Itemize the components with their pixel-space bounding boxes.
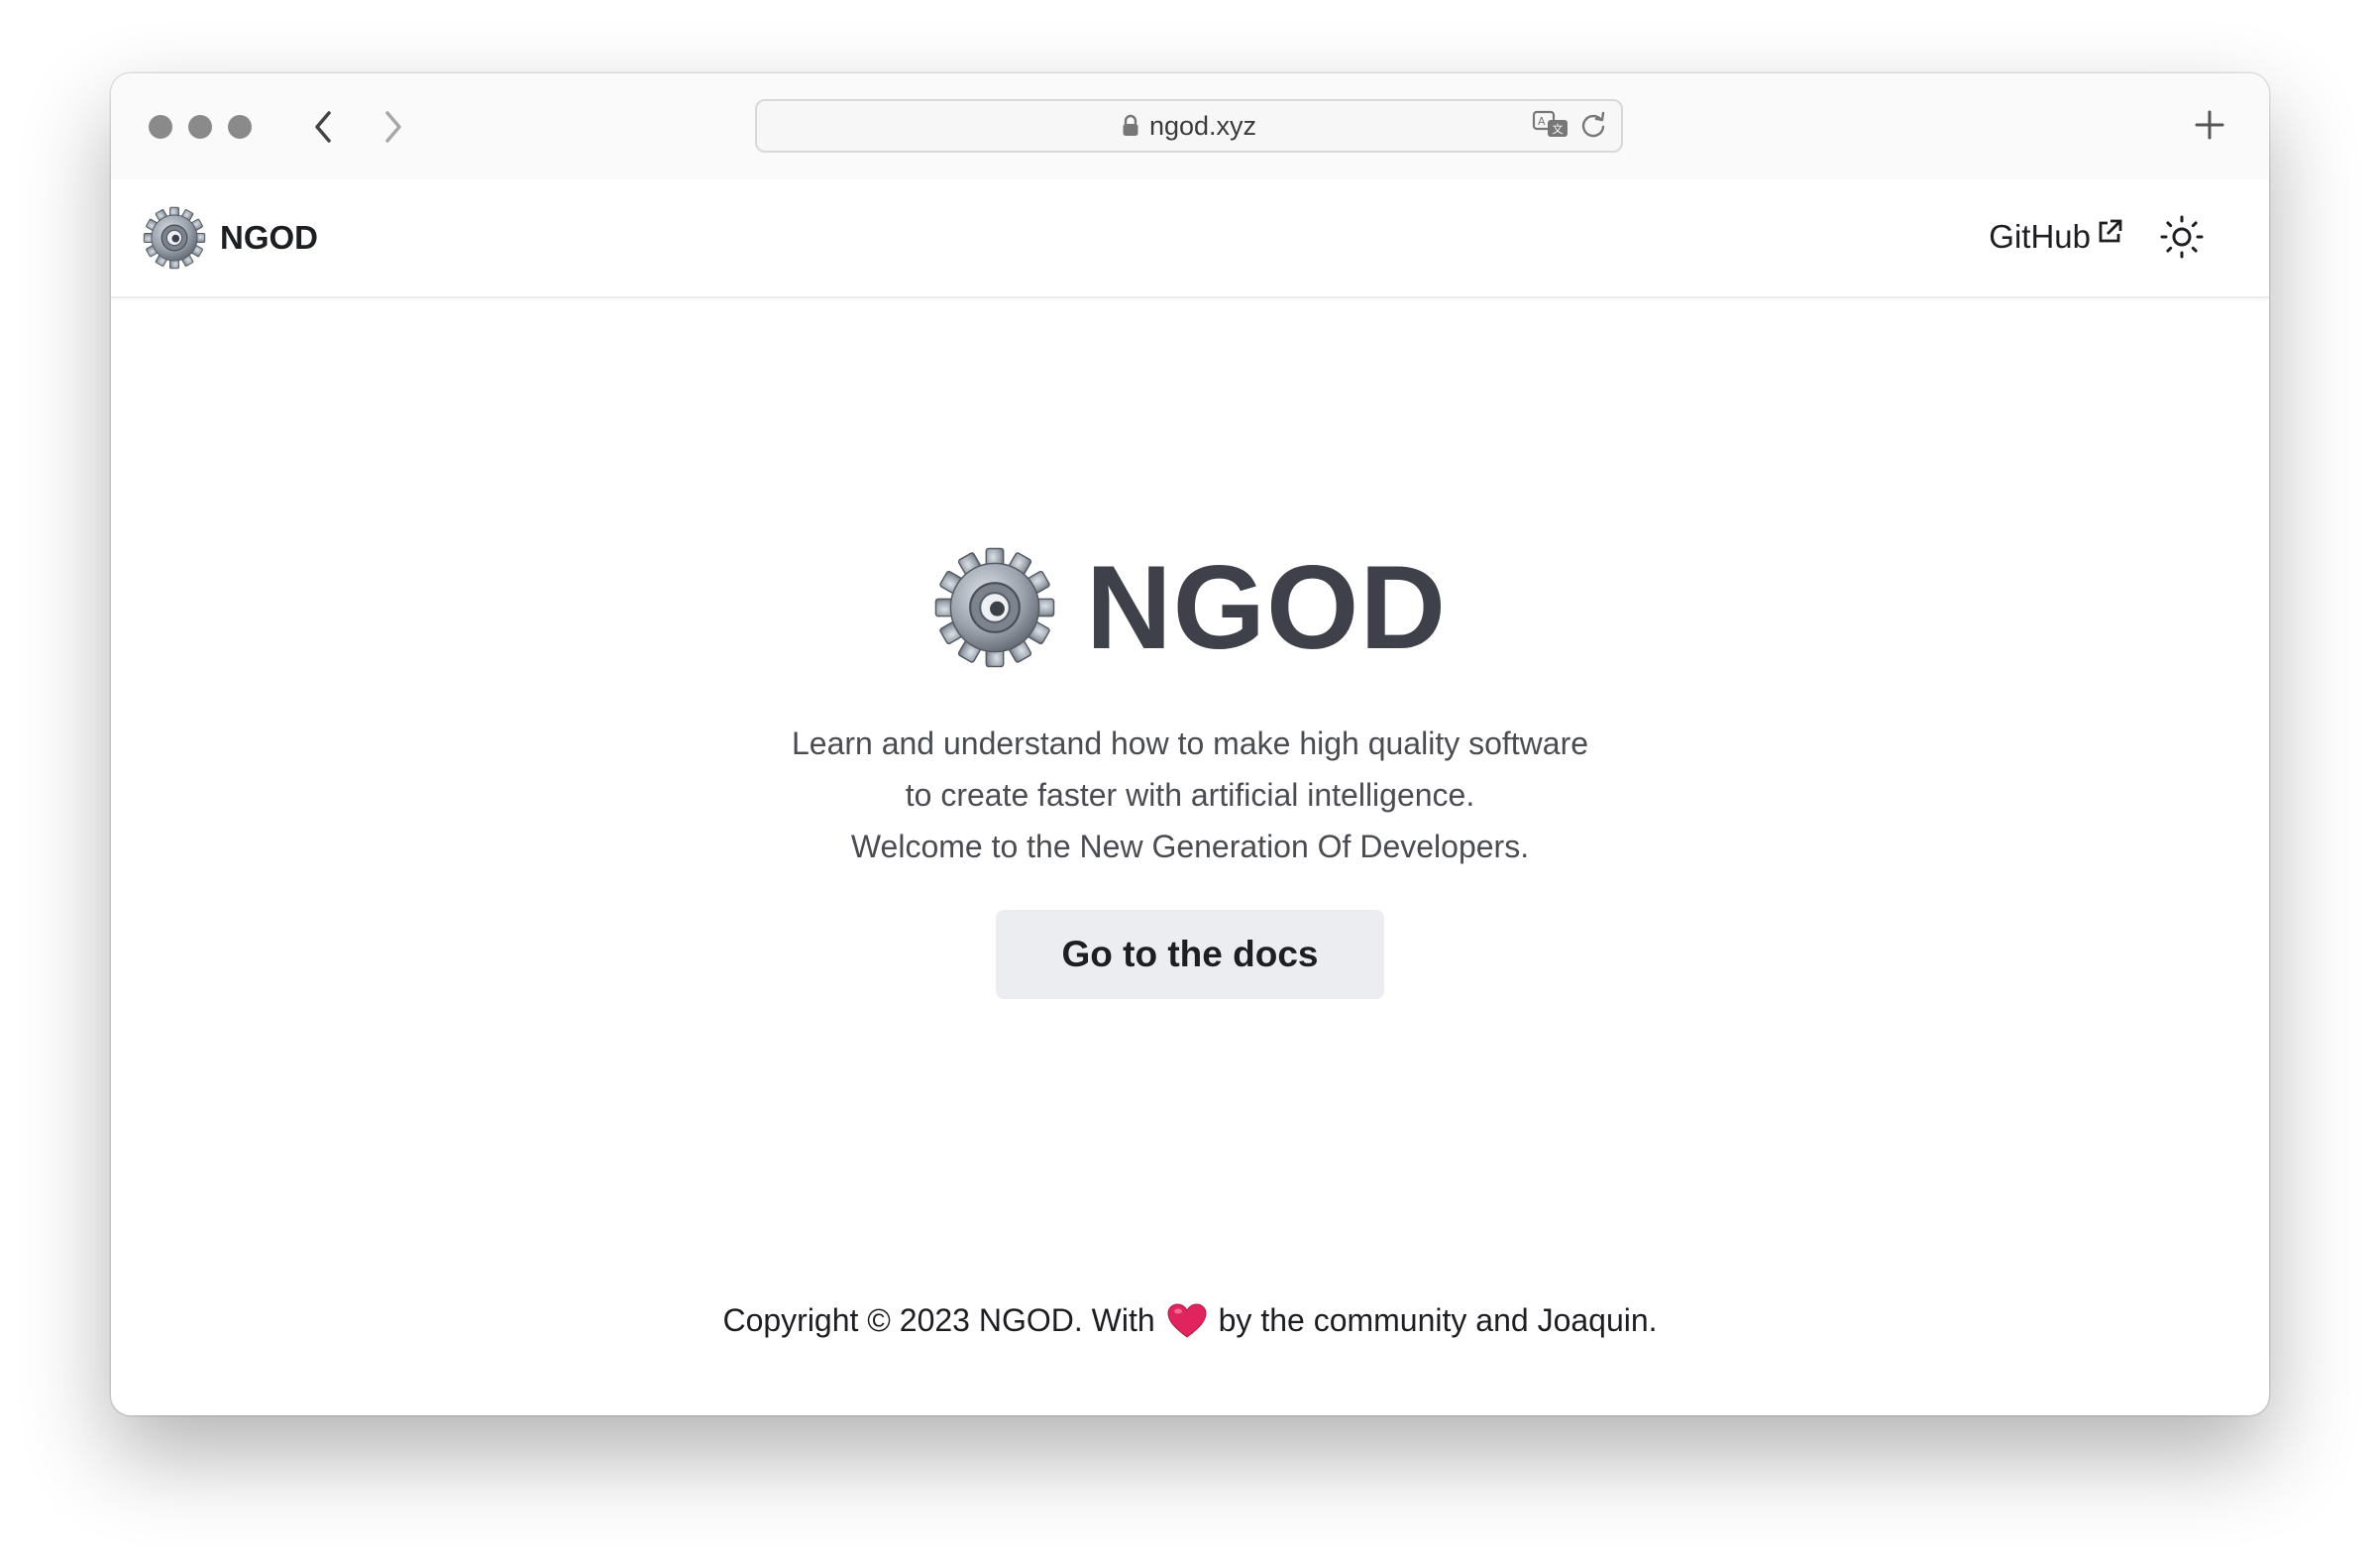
sun-icon [2160, 215, 2204, 259]
lock-icon [1123, 114, 1138, 136]
translate-icon[interactable]: A 文 [1532, 110, 1569, 140]
svg-text:A: A [1538, 115, 1546, 128]
brand-link[interactable]: NGOD [143, 206, 318, 270]
reload-icon[interactable] [1579, 110, 1607, 140]
navbar-right: GitHub [1989, 211, 2208, 263]
address-icons: A 文 [1532, 110, 1607, 140]
site-navbar: NGOD GitHub [111, 179, 2269, 298]
theme-toggle-button[interactable] [2156, 211, 2208, 263]
hero-title: NGOD [1086, 541, 1447, 674]
forward-button[interactable] [374, 107, 413, 147]
address-bar[interactable]: ngod.xyz A 文 [755, 99, 1623, 153]
hero-subtitle-line: Welcome to the New Generation Of Develop… [850, 829, 1530, 864]
footer-copyright: Copyright © 2023 NGOD. With by the commu… [111, 1302, 2269, 1339]
address-content: ngod.xyz [757, 101, 1621, 151]
close-dot-icon[interactable] [149, 115, 172, 139]
url-text: ngod.xyz [1148, 110, 1257, 141]
external-link-icon [2099, 219, 2122, 243]
gear-hero-icon [934, 547, 1055, 668]
forward-chevron-icon [385, 111, 401, 143]
github-link[interactable]: GitHub [1989, 218, 2122, 256]
hero-subtitle-line: Learn and understand how to make high qu… [791, 725, 1589, 761]
github-label: GitHub [1989, 218, 2091, 255]
maximize-dot-icon[interactable] [228, 115, 252, 139]
back-chevron-icon [315, 111, 331, 143]
minimize-dot-icon[interactable] [188, 115, 212, 139]
back-button[interactable] [303, 107, 343, 147]
screenshot-stage: ngod.xyz A 文 NGOD GitHub NGOD Learn and … [0, 0, 2380, 1562]
browser-window: ngod.xyz A 文 NGOD GitHub NGOD Learn and … [111, 73, 2269, 1415]
hero-heading: NGOD [111, 539, 2269, 676]
browser-toolbar: ngod.xyz A 文 [111, 73, 2269, 181]
gear-logo-icon [143, 206, 206, 270]
hero-subtitle: Learn and understand how to make high qu… [111, 718, 2269, 872]
svg-text:文: 文 [1553, 122, 1564, 136]
go-to-docs-button[interactable]: Go to the docs [996, 910, 1384, 999]
heart-icon [1167, 1302, 1207, 1339]
footer-text-start: Copyright © 2023 NGOD. With [722, 1302, 1155, 1338]
brand-title: NGOD [220, 219, 318, 256]
new-tab-button[interactable] [2190, 105, 2229, 145]
hero-subtitle-line: to create faster with artificial intelli… [905, 777, 1475, 813]
plus-icon [2195, 110, 2224, 140]
footer-text-end: by the community and Joaquin. [1218, 1302, 1658, 1338]
